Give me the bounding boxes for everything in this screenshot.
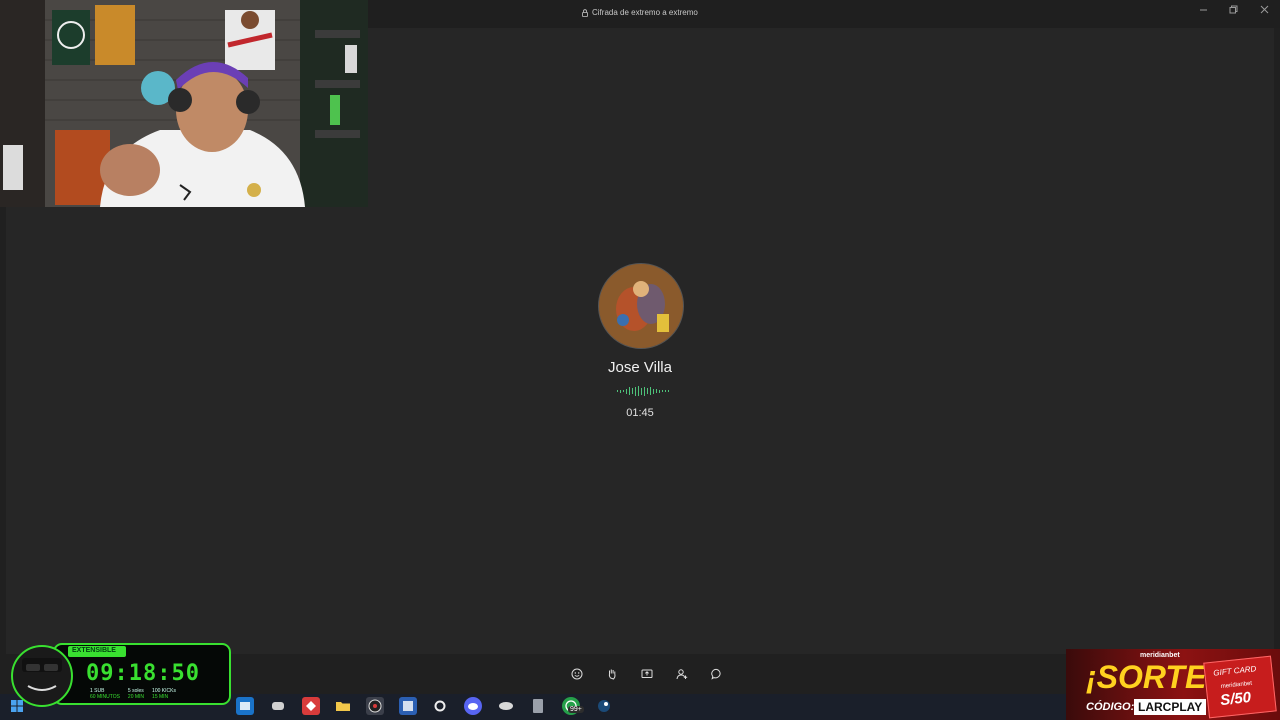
rule-sub: 1 SUB 60 MINUTOS bbox=[90, 688, 120, 700]
calculator-icon bbox=[533, 699, 543, 713]
add-participant-button[interactable] bbox=[673, 665, 691, 683]
rule-kicks: 100 KICKs 15 MIN bbox=[152, 688, 176, 700]
chat-button[interactable] bbox=[708, 665, 726, 683]
emoji-button[interactable] bbox=[568, 665, 586, 683]
audio-level-indicator bbox=[617, 386, 669, 396]
folder-icon bbox=[336, 702, 350, 711]
encryption-label: Cifrada de extremo a extremo bbox=[592, 8, 698, 17]
discord-icon bbox=[468, 703, 478, 710]
close-button[interactable] bbox=[1260, 5, 1269, 17]
taskbar-app-obs[interactable] bbox=[366, 697, 384, 715]
taskbar-app-word[interactable] bbox=[399, 697, 417, 715]
taskbar-app-anydesk[interactable] bbox=[302, 697, 320, 715]
taskbar-app-calculator[interactable] bbox=[529, 697, 547, 715]
close-icon bbox=[1260, 5, 1269, 14]
gift-card-title: GIFT CARD bbox=[1212, 664, 1257, 678]
share-screen-icon bbox=[641, 669, 653, 678]
taskbar-app-discord[interactable] bbox=[464, 697, 482, 715]
minimize-button[interactable] bbox=[1199, 5, 1208, 17]
extensible-badge: EXTENSIBLE bbox=[72, 647, 116, 654]
webcam-scene bbox=[0, 0, 368, 207]
gift-card: GIFT CARD meridianbet S/50 bbox=[1203, 655, 1277, 719]
taskbar-app-explorer[interactable] bbox=[334, 697, 352, 715]
contact-name: Jose Villa bbox=[608, 359, 672, 376]
restore-button[interactable] bbox=[1229, 5, 1238, 17]
taskbar-app-controller[interactable] bbox=[269, 697, 287, 715]
promo-code: LARCPLAY bbox=[1134, 699, 1207, 715]
minimize-icon bbox=[1200, 9, 1207, 11]
emoji-icon bbox=[571, 668, 583, 680]
countdown: 09:18:50 bbox=[86, 661, 200, 686]
app-icon bbox=[499, 702, 513, 710]
steam-icon bbox=[598, 700, 610, 712]
avatar-image bbox=[599, 264, 683, 348]
rule-soles: 5 soles 20 MIN bbox=[127, 688, 145, 700]
outlook-icon bbox=[240, 702, 250, 710]
timer-rules: 1 SUB 60 MINUTOS 5 soles 20 MIN 100 KICKs 1… bbox=[90, 688, 176, 700]
taskbar-app-steam[interactable] bbox=[595, 697, 613, 715]
taskbar-app-stream[interactable] bbox=[497, 697, 515, 715]
promo-brand: meridianbet bbox=[1140, 652, 1180, 659]
raise-hand-icon bbox=[608, 669, 616, 680]
word-icon bbox=[403, 701, 413, 711]
gift-card-value: S/50 bbox=[1219, 688, 1252, 710]
chat-icon bbox=[711, 668, 721, 680]
contact-avatar bbox=[598, 263, 684, 349]
taskbar-app-logitech[interactable] bbox=[431, 697, 449, 715]
promo-code-label: CÓDIGO: bbox=[1086, 701, 1135, 713]
add-participant-icon bbox=[676, 669, 688, 680]
share-screen-button[interactable] bbox=[638, 665, 656, 683]
encryption-indicator: Cifrada de extremo a extremo bbox=[582, 8, 698, 17]
call-controls bbox=[568, 665, 726, 683]
call-duration: 01:45 bbox=[626, 407, 654, 419]
taskbar-app-outlook[interactable] bbox=[236, 697, 254, 715]
raise-hand-button[interactable] bbox=[603, 665, 621, 683]
obs-icon bbox=[368, 699, 382, 713]
anydesk-icon bbox=[306, 701, 316, 711]
logitech-icon bbox=[434, 700, 446, 712]
notification-badge: 99+ bbox=[568, 706, 584, 713]
giveaway-banner: meridianbet ¡SORTEO! CÓDIGO: LARCPLAY GI… bbox=[1066, 649, 1280, 720]
lock-icon bbox=[582, 8, 588, 17]
stream-timer-overlay: EXTENSIBLE 09:18:50 1 SUB 60 MINUTOS 5 so… bbox=[6, 636, 234, 708]
gamepad-icon bbox=[272, 702, 284, 710]
webcam-video bbox=[0, 0, 368, 207]
restore-icon bbox=[1229, 5, 1238, 14]
